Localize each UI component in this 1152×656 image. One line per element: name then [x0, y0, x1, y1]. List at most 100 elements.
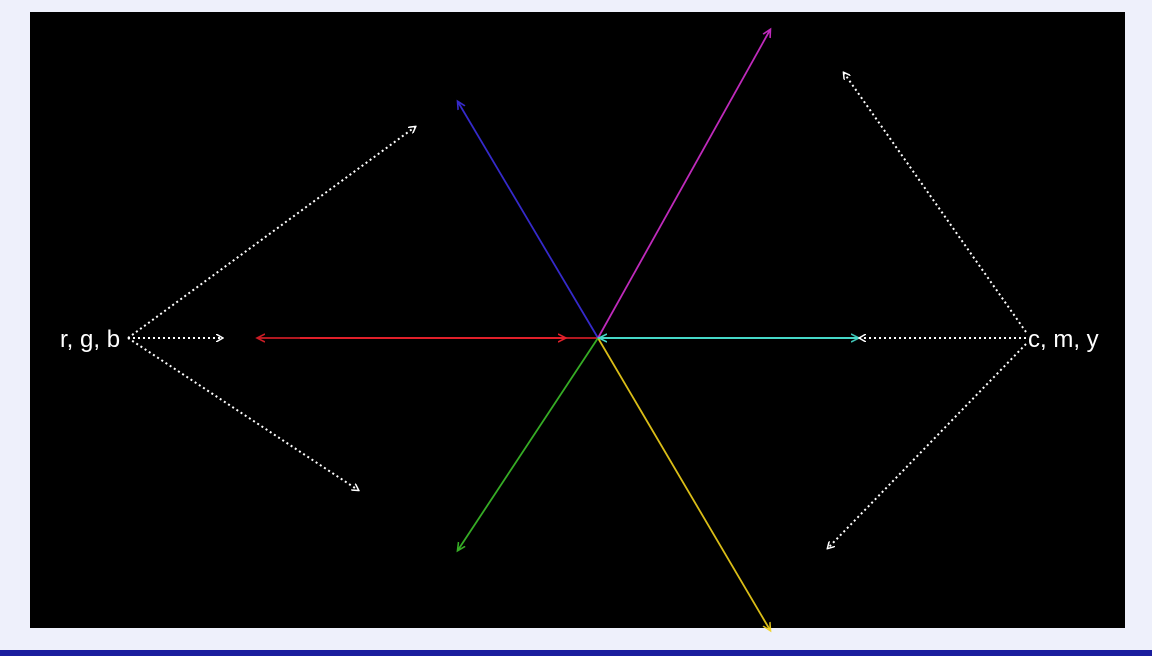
cube-marker	[320, 363, 332, 376]
cube-marker	[556, 291, 562, 298]
cube-marker	[549, 205, 556, 213]
cube-marker	[568, 141, 576, 150]
cube-marker	[628, 244, 638, 256]
cube-marker	[367, 360, 375, 369]
cube-marker	[349, 261, 361, 274]
cube-marker	[782, 413, 790, 422]
cube-marker	[576, 199, 583, 207]
cube-marker	[659, 589, 667, 598]
annotation-arrow	[828, 343, 1027, 548]
cube-marker	[577, 343, 583, 350]
cube-marker	[488, 282, 495, 290]
cube-marker	[344, 362, 352, 371]
cube-marker	[569, 361, 575, 368]
cube-marker	[816, 234, 824, 243]
cube-marker	[664, 156, 675, 169]
cube-marker	[707, 254, 714, 262]
cube-marker	[606, 132, 614, 141]
cube-marker	[549, 366, 555, 373]
cube-marker	[794, 373, 802, 382]
cube-marker	[493, 305, 500, 313]
cube-marker	[536, 168, 543, 176]
cube-marker	[426, 449, 434, 458]
cube-marker	[411, 308, 422, 321]
cube-marker	[458, 317, 465, 325]
cube-marker	[458, 350, 465, 358]
cube-marker	[580, 345, 586, 352]
cube-marker	[680, 296, 687, 304]
cube-marker	[784, 194, 796, 207]
cube-marker	[522, 364, 532, 376]
cube-marker	[536, 484, 543, 492]
cube-marker	[581, 238, 588, 246]
cube-marker	[707, 410, 714, 418]
cube-marker	[453, 173, 461, 182]
cube-marker	[802, 185, 810, 194]
cube-marker	[556, 434, 563, 442]
cube-marker	[648, 203, 655, 211]
cube-marker	[363, 435, 371, 444]
cube-marker	[596, 315, 602, 322]
cube-marker	[733, 514, 741, 523]
cube-marker	[686, 352, 693, 360]
cube-marker	[412, 281, 419, 289]
cube-marker	[527, 326, 533, 333]
cube-marker	[570, 493, 577, 501]
cube-marker	[646, 356, 652, 363]
cube-marker	[719, 496, 726, 504]
cube-marker	[434, 404, 441, 412]
cube-marker	[639, 437, 646, 445]
cube-marker	[470, 415, 481, 428]
cube-marker	[691, 460, 698, 468]
cube-marker	[559, 317, 565, 324]
cube-marker	[470, 273, 477, 281]
cube-marker	[598, 274, 604, 281]
cube-marker	[453, 478, 461, 487]
cube-marker	[669, 258, 676, 266]
annotation-arrow	[127, 127, 415, 339]
cube-marker	[481, 320, 488, 328]
cube-marker	[473, 366, 480, 374]
cube-marker	[627, 312, 633, 319]
cube-marker	[613, 331, 619, 338]
cube-marker	[666, 317, 676, 329]
cube-marker	[556, 374, 562, 381]
cube-marker	[506, 291, 513, 299]
axis-yellow	[597, 337, 770, 630]
cube-marker	[601, 428, 608, 436]
cube-marker	[571, 178, 582, 191]
cube-marker	[649, 345, 655, 352]
cube-marker	[640, 378, 646, 385]
cube-marker	[754, 220, 762, 229]
cube-marker	[746, 124, 754, 133]
cube-marker	[532, 286, 542, 298]
cube-marker	[527, 342, 533, 349]
cube-marker	[722, 307, 729, 315]
cube-marker	[600, 354, 606, 361]
cube-marker	[620, 433, 627, 441]
cube-marker	[648, 256, 658, 268]
cube-marker	[699, 68, 711, 81]
cube-marker	[493, 360, 500, 368]
cube-marker	[606, 89, 618, 102]
cube-marker	[571, 473, 582, 486]
cube-marker	[605, 374, 611, 381]
cube-marker	[704, 311, 711, 319]
cube-marker	[612, 342, 618, 349]
cube-marker	[684, 421, 691, 429]
cube-marker	[664, 424, 671, 432]
cube-marker	[565, 122, 573, 131]
cube-marker	[518, 247, 525, 255]
cube-marker	[691, 201, 698, 209]
cube-marker	[628, 415, 638, 427]
cube-marker	[699, 579, 711, 592]
cube-marker	[650, 550, 658, 559]
cube-marker	[438, 156, 450, 169]
cube-marker	[602, 481, 613, 494]
cube-marker	[575, 329, 581, 336]
cube-marker	[625, 452, 632, 460]
cube-marker	[630, 472, 637, 480]
cube-marker	[556, 224, 563, 232]
cube-marker	[729, 271, 740, 284]
cube-marker	[714, 281, 721, 289]
